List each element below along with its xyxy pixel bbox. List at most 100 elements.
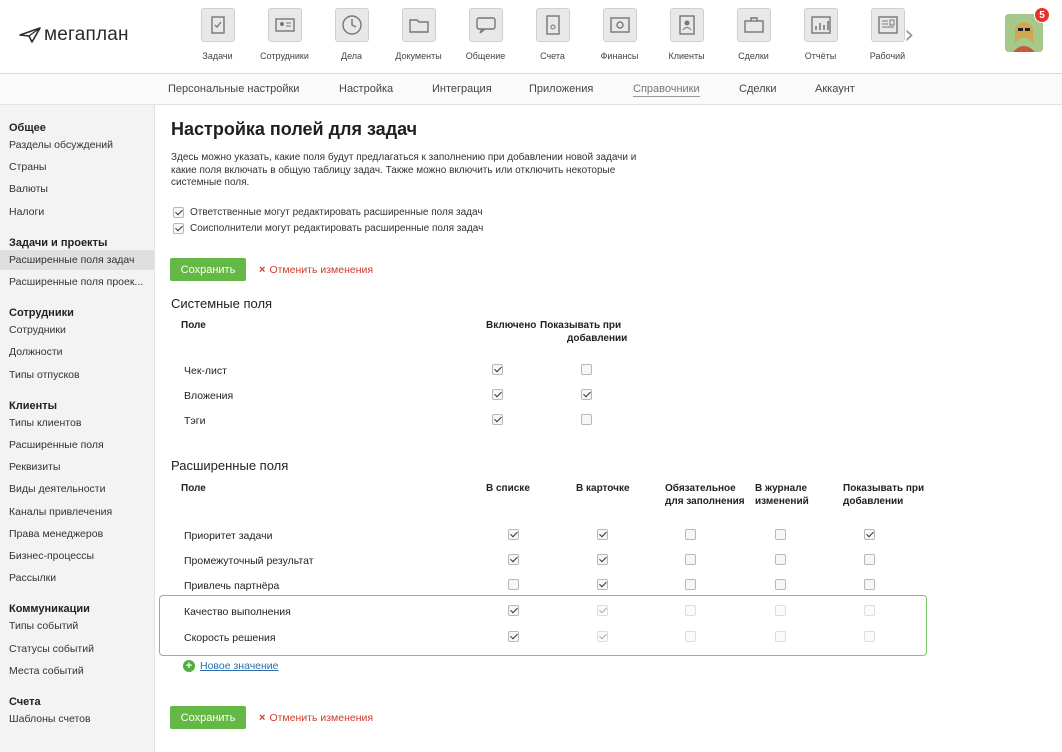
app-contacts[interactable]: Клиенты xyxy=(659,8,714,61)
sidebar-item[interactable]: Типы событий xyxy=(0,616,155,636)
sidebar-item[interactable]: Расширенные поля задач xyxy=(0,249,155,270)
app-launcher: Задачи Сотрудники Дела Документы Общение Счет… xyxy=(190,8,927,61)
extended-field-show-on-add-checkbox[interactable] xyxy=(864,579,875,590)
system-field-enabled-checkbox[interactable] xyxy=(492,414,503,425)
subnav-item[interactable]: Настройка xyxy=(339,83,393,95)
option-responsible-checkbox[interactable] xyxy=(173,207,184,218)
extended-field-in-card-checkbox[interactable] xyxy=(597,529,608,540)
subnav-item[interactable]: Персональные настройки xyxy=(168,83,299,95)
cancel-changes-link[interactable]: × Отменить изменения xyxy=(259,264,373,276)
chevron-right-icon[interactable]: › xyxy=(904,20,914,50)
sidebar-item[interactable]: Налоги xyxy=(0,202,155,222)
extended-field-required-checkbox[interactable] xyxy=(685,554,696,565)
extended-field-in-card-checkbox[interactable] xyxy=(597,579,608,590)
sidebar-item[interactable]: Разделы обсуждений xyxy=(0,135,155,155)
extended-field-required-checkbox[interactable] xyxy=(685,529,696,540)
sidebar-group-title: Общее xyxy=(9,122,46,134)
app-tasks[interactable]: Задачи xyxy=(190,8,245,61)
extended-field-log-checkbox[interactable] xyxy=(775,579,786,590)
sidebar-item[interactable]: Типы отпусков xyxy=(0,365,155,385)
sys-header-enabled: Включено xyxy=(486,320,537,331)
save-button-bottom[interactable]: Сохранить xyxy=(170,706,246,729)
subnav-item[interactable]: Интеграция xyxy=(432,83,492,95)
sidebar-item[interactable]: Рассылки xyxy=(0,568,155,588)
ext-header-log-2: изменений xyxy=(755,496,809,507)
sidebar-item[interactable]: Виды деятельности xyxy=(0,479,155,499)
app-chat[interactable]: Общение xyxy=(458,8,513,61)
option-label: Ответственные могут редактировать расшир… xyxy=(190,207,483,218)
app-briefcase[interactable]: Сделки xyxy=(726,8,781,61)
ext-header-required-1: Обязательное xyxy=(665,483,736,494)
extended-field-in-list-checkbox[interactable] xyxy=(508,554,519,565)
app-invoice[interactable]: Счета xyxy=(525,8,580,61)
top-bar: мегаплан Задачи Сотрудники Дела Документы Об… xyxy=(0,0,1062,74)
app-chart[interactable]: Отчёты xyxy=(793,8,848,61)
option-responsible-edit[interactable]: Ответственные могут редактировать расшир… xyxy=(173,207,483,218)
ext-header-in-list: В списке xyxy=(486,483,530,494)
ext-header-required-2: для заполнения xyxy=(665,496,745,507)
sidebar-item[interactable]: Типы клиентов xyxy=(0,413,155,433)
system-field-show-on-add-checkbox[interactable] xyxy=(581,389,592,400)
sidebar-item[interactable]: Права менеджеров xyxy=(0,524,155,544)
app-safe[interactable]: Финансы xyxy=(592,8,647,61)
notification-badge[interactable]: 5 xyxy=(1034,7,1050,23)
sidebar-item[interactable]: Страны xyxy=(0,157,155,177)
sidebar-item[interactable]: Шаблоны счетов xyxy=(0,709,155,729)
app-employees[interactable]: Сотрудники xyxy=(257,8,312,61)
system-field-enabled-checkbox[interactable] xyxy=(492,389,503,400)
cancel-changes-link-bottom[interactable]: × Отменить изменения xyxy=(259,712,373,724)
sidebar-item[interactable]: Каналы привлечения xyxy=(0,502,155,522)
sidebar-item[interactable]: Расширенные поля xyxy=(0,435,155,455)
extended-field-show-on-add-checkbox[interactable] xyxy=(864,529,875,540)
option-coexecutors-edit[interactable]: Соисполнители могут редактировать расшир… xyxy=(173,223,483,234)
extended-field-required-checkbox[interactable] xyxy=(685,579,696,590)
sidebar-item[interactable]: Бизнес-процессы xyxy=(0,546,155,566)
extended-field-log-checkbox[interactable] xyxy=(775,529,786,540)
page-description: Здесь можно указать, какие поля будут пр… xyxy=(171,152,637,188)
system-field-enabled-checkbox[interactable] xyxy=(492,364,503,375)
app-clock[interactable]: Дела xyxy=(324,8,379,61)
add-new-value-link[interactable]: + Новое значение xyxy=(183,660,279,672)
sidebar-item[interactable]: Расширенные поля проек... xyxy=(0,272,155,292)
app-label: Задачи xyxy=(202,51,233,61)
system-field-name: Чек-лист xyxy=(184,365,227,377)
sidebar-group-title: Клиенты xyxy=(9,399,58,412)
system-field-show-on-add-checkbox[interactable] xyxy=(581,364,592,375)
app-folder[interactable]: Документы xyxy=(391,8,446,61)
option-coexecutors-checkbox[interactable] xyxy=(173,223,184,234)
app-label: Отчёты xyxy=(804,51,837,61)
extended-field-in-card-checkbox[interactable] xyxy=(597,554,608,565)
megaplan-logo[interactable]: мегаплан xyxy=(18,24,129,46)
extended-field-show-on-add-checkbox[interactable] xyxy=(864,554,875,565)
sys-header-show-2: добавлении xyxy=(567,333,628,344)
sidebar-item[interactable]: Места событий xyxy=(0,661,155,681)
sidebar-item[interactable]: Реквизиты xyxy=(0,457,155,477)
subnav-item[interactable]: Сделки xyxy=(739,83,777,95)
briefcase-icon xyxy=(736,8,771,42)
extended-field-in-list-checkbox[interactable] xyxy=(508,529,519,540)
app-label: Рабочий xyxy=(869,51,906,61)
ext-header-in-card: В карточке xyxy=(576,483,630,494)
sidebar: Общее Разделы обсуждений Страны Валюты Налог… xyxy=(0,105,155,752)
cancel-label: Отменить изменения xyxy=(269,264,374,276)
system-fields-title: Системные поля xyxy=(171,296,273,311)
subnav-item[interactable]: Аккаунт xyxy=(815,83,855,95)
app-label: Дела xyxy=(340,51,363,61)
sidebar-item[interactable]: Валюты xyxy=(0,179,155,199)
subnav-item[interactable]: Справочники xyxy=(633,83,700,97)
sidebar-item[interactable]: Сотрудники xyxy=(0,320,155,340)
save-button[interactable]: Сохранить xyxy=(170,258,246,281)
sidebar-item[interactable]: Статусы событий xyxy=(0,639,155,659)
system-field-name: Тэги xyxy=(184,415,206,427)
highlight-frame xyxy=(159,595,927,656)
cancel-label: Отменить изменения xyxy=(269,712,374,724)
system-field-show-on-add-checkbox[interactable] xyxy=(581,414,592,425)
extended-fields-title: Расширенные поля xyxy=(171,458,289,473)
sidebar-item[interactable]: Должности xyxy=(0,342,155,362)
ext-header-log-1: В журнале xyxy=(755,483,808,494)
subnav-item[interactable]: Приложения xyxy=(529,83,593,95)
extended-field-in-list-checkbox[interactable] xyxy=(508,579,519,590)
sidebar-group-title: Коммуникации xyxy=(9,603,90,616)
invoice-icon xyxy=(535,8,570,42)
extended-field-log-checkbox[interactable] xyxy=(775,554,786,565)
